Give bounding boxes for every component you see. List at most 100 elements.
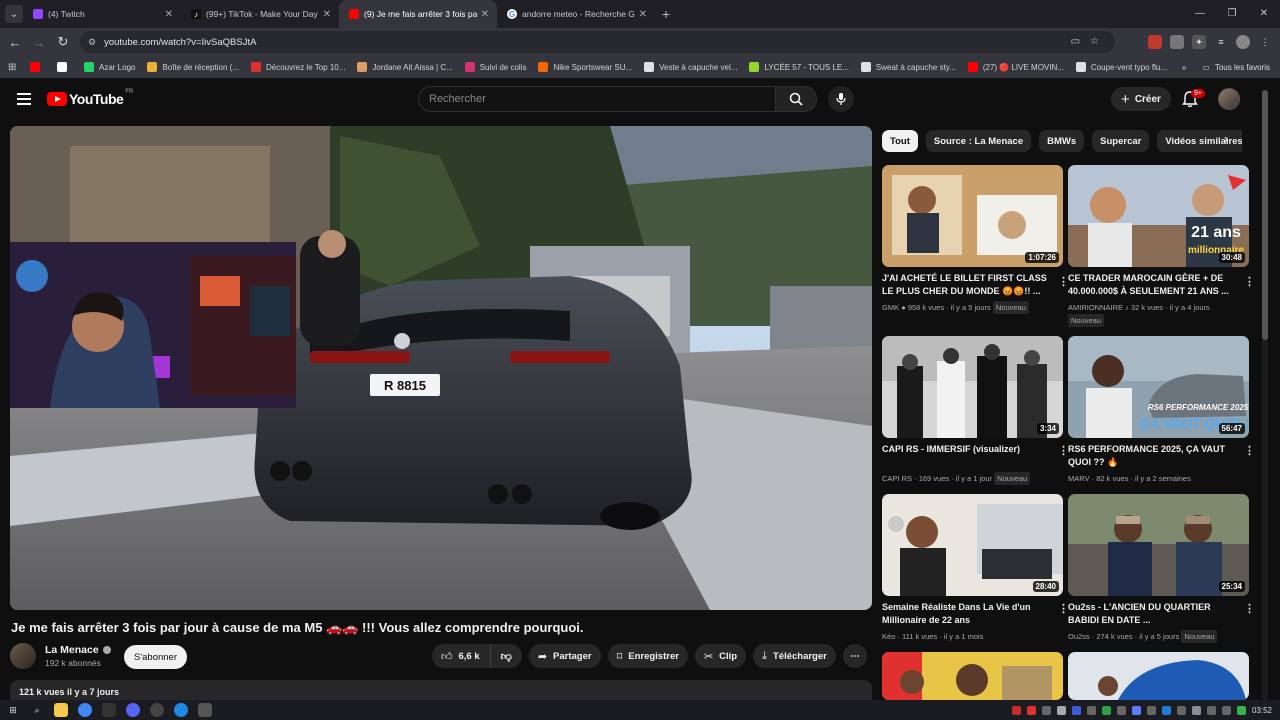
recommendation-card[interactable]: 28:40 Semaine Réaliste Dans La Vie d'un … xyxy=(882,494,1069,643)
recommendation-card[interactable]: RS6 PERFORMANCE 2025 ÇA VAUT QUOI ? 56:4… xyxy=(1068,336,1255,485)
recommendation-card[interactable]: 25:34 Ou2ss - L'ANCIEN DU QUARTIER BABID… xyxy=(1068,494,1255,643)
bluetooth-icon[interactable] xyxy=(1161,705,1171,715)
bookmark-item[interactable]: Nike Sportswear SU... xyxy=(538,62,632,72)
video-thumbnail[interactable] xyxy=(882,652,1063,700)
more-vertical-icon[interactable]: ⋮ xyxy=(1244,444,1255,457)
bookmark-item[interactable] xyxy=(30,62,45,72)
scrollbar-thumb[interactable] xyxy=(1262,90,1268,340)
apps-grid-icon[interactable]: ⊞ xyxy=(8,62,18,73)
close-tab-icon[interactable]: ✕ xyxy=(165,9,173,20)
more-bookmarks-button[interactable]: » xyxy=(1182,63,1186,72)
tray-app-icon[interactable] xyxy=(1116,705,1126,715)
page-scrollbar[interactable] xyxy=(1262,90,1268,700)
reload-icon[interactable]: ↻ xyxy=(51,34,75,50)
tray-app-icon[interactable] xyxy=(1026,705,1036,715)
channel-name[interactable]: La Menace xyxy=(45,644,99,656)
channel-avatar[interactable] xyxy=(10,643,36,669)
all-bookmarks-link[interactable]: Tous les favoris xyxy=(1215,63,1270,72)
restore-icon[interactable]: ❐ xyxy=(1216,0,1248,28)
video-thumbnail[interactable]: 1:07:26 xyxy=(882,165,1063,267)
video-thumbnail[interactable]: 3:34 xyxy=(882,336,1063,438)
account-avatar[interactable] xyxy=(1218,88,1240,110)
battery-icon[interactable] xyxy=(1236,705,1246,715)
forward-icon[interactable]: → xyxy=(27,35,51,50)
terminal-icon[interactable] xyxy=(102,703,116,717)
chip-all[interactable]: Tout xyxy=(882,130,918,152)
obs-icon[interactable] xyxy=(150,703,164,717)
menu-icon[interactable]: ⋮ xyxy=(1258,35,1272,49)
save-button[interactable]: ⌑ Enregistrer xyxy=(607,644,688,668)
puzzle-icon[interactable]: ✦ xyxy=(1192,35,1206,49)
search-button[interactable] xyxy=(775,86,817,112)
close-tab-icon[interactable]: ✕ xyxy=(639,9,647,20)
create-button[interactable]: + Créer xyxy=(1111,87,1171,111)
close-window-icon[interactable]: ✕ xyxy=(1248,0,1280,28)
address-bar[interactable]: ⚙ youtube.com/watch?v=IivSaQBSJtA ▭ ☆ xyxy=(80,31,1115,53)
bookmark-item[interactable] xyxy=(57,62,72,72)
video-player[interactable]: R 8815 xyxy=(10,126,872,610)
recommendation-card[interactable]: 21 ans millionnaire 30:48 CE TRADER MARO… xyxy=(1068,165,1255,327)
cast-icon[interactable]: ▭ xyxy=(1071,36,1080,47)
minimize-icon[interactable]: — xyxy=(1184,0,1216,28)
tab-twitch[interactable]: (4) Twitch ✕ xyxy=(23,0,181,28)
bookmark-item[interactable]: Suivi de colis xyxy=(464,62,526,72)
bookmark-item[interactable]: Azar Logo xyxy=(84,62,135,72)
chip-supercar[interactable]: Supercar xyxy=(1092,130,1150,152)
more-vertical-icon[interactable]: ⋮ xyxy=(1244,602,1255,615)
windows-start-icon[interactable]: ⊞ xyxy=(6,703,20,717)
subscribe-button[interactable]: S'abonner xyxy=(124,645,187,669)
tab-youtube-active[interactable]: (9) Je me fais arrêter 3 fois par j ✕ xyxy=(339,0,497,28)
bookmark-item[interactable]: Boîte de réception (... xyxy=(147,62,239,72)
discord-icon[interactable] xyxy=(126,703,140,717)
volume-icon[interactable] xyxy=(1221,705,1231,715)
app-icon[interactable] xyxy=(198,703,212,717)
extension-icon[interactable] xyxy=(1170,35,1184,49)
bookmark-item[interactable]: (27) 🔴 LIVE MOVIN... xyxy=(967,62,1064,72)
tab-google[interactable]: G andorre meteo - Recherche Go ✕ xyxy=(497,0,655,28)
bookmark-item[interactable]: LYCÉE 57 - TOUS LE... xyxy=(749,62,849,72)
video-thumbnail[interactable]: 25:34 xyxy=(1068,494,1249,596)
tray-app-icon[interactable] xyxy=(1041,705,1051,715)
tray-app-icon[interactable] xyxy=(1176,705,1186,715)
edge-icon[interactable] xyxy=(174,703,188,717)
youtube-logo[interactable]: YouTube FR xyxy=(47,89,133,107)
channel-name-row[interactable]: La Menace xyxy=(45,644,111,656)
extension-icon[interactable] xyxy=(1148,35,1162,49)
chip-source[interactable]: Source : La Menace xyxy=(925,130,1032,152)
network-icon[interactable] xyxy=(1206,705,1216,715)
video-thumbnail[interactable]: 28:40 xyxy=(882,494,1063,596)
file-explorer-icon[interactable] xyxy=(54,703,68,717)
tab-search-button[interactable]: ⌄ xyxy=(5,5,23,23)
tray-app-icon[interactable] xyxy=(1131,705,1141,715)
like-button[interactable]: 👍︎ 6,6 k xyxy=(432,644,490,668)
recommendation-card[interactable]: 3:34 CAPI RS - IMMERSIF (visualizer) CAP… xyxy=(882,336,1069,485)
more-vertical-icon[interactable]: ⋮ xyxy=(1244,275,1255,288)
tray-app-icon[interactable] xyxy=(1011,705,1021,715)
tray-app-icon[interactable] xyxy=(1086,705,1096,715)
video-thumbnail[interactable]: RS6 PERFORMANCE 2025 ÇA VAUT QUOI ? 56:4… xyxy=(1068,336,1249,438)
video-thumbnail[interactable] xyxy=(1068,652,1249,700)
bookmark-item[interactable]: Découvrez le Top 10... xyxy=(250,62,345,72)
chip-similar[interactable]: Vidéos similaires xyxy=(1157,130,1242,152)
tray-app-icon[interactable] xyxy=(1071,705,1081,715)
recommendation-card[interactable] xyxy=(1068,652,1249,700)
tray-app-icon[interactable] xyxy=(1101,705,1111,715)
more-actions-button[interactable]: ⋯ xyxy=(842,644,867,668)
tray-app-icon[interactable] xyxy=(1056,705,1066,715)
clip-button[interactable]: ✂ Clip xyxy=(694,644,747,668)
tab-tiktok[interactable]: ♪ (99+) TikTok - Make Your Day ✕ xyxy=(181,0,339,28)
hamburger-menu-icon[interactable] xyxy=(17,93,31,105)
chip-bmws[interactable]: BMWs xyxy=(1039,130,1085,152)
bookmark-item[interactable]: Sweat à capuche sty... xyxy=(860,62,956,72)
profile-avatar[interactable] xyxy=(1236,35,1250,49)
recommendation-card[interactable]: 1:07:26 J'AI ACHETÉ LE BILLET FIRST CLAS… xyxy=(882,165,1069,314)
bookmark-star-icon[interactable]: ☆ xyxy=(1090,36,1099,47)
chevron-right-icon[interactable]: › xyxy=(1224,132,1228,146)
search-icon[interactable]: ⌕ xyxy=(30,703,44,717)
bookmark-item[interactable]: Veste à capuche vel... xyxy=(644,62,737,72)
back-icon[interactable]: ← xyxy=(3,35,27,50)
download-button[interactable]: ⤓ Télécharger xyxy=(753,644,836,668)
search-input[interactable]: Rechercher xyxy=(418,86,776,112)
tray-app-icon[interactable] xyxy=(1191,705,1201,715)
share-button[interactable]: ➦ Partager xyxy=(528,644,601,668)
